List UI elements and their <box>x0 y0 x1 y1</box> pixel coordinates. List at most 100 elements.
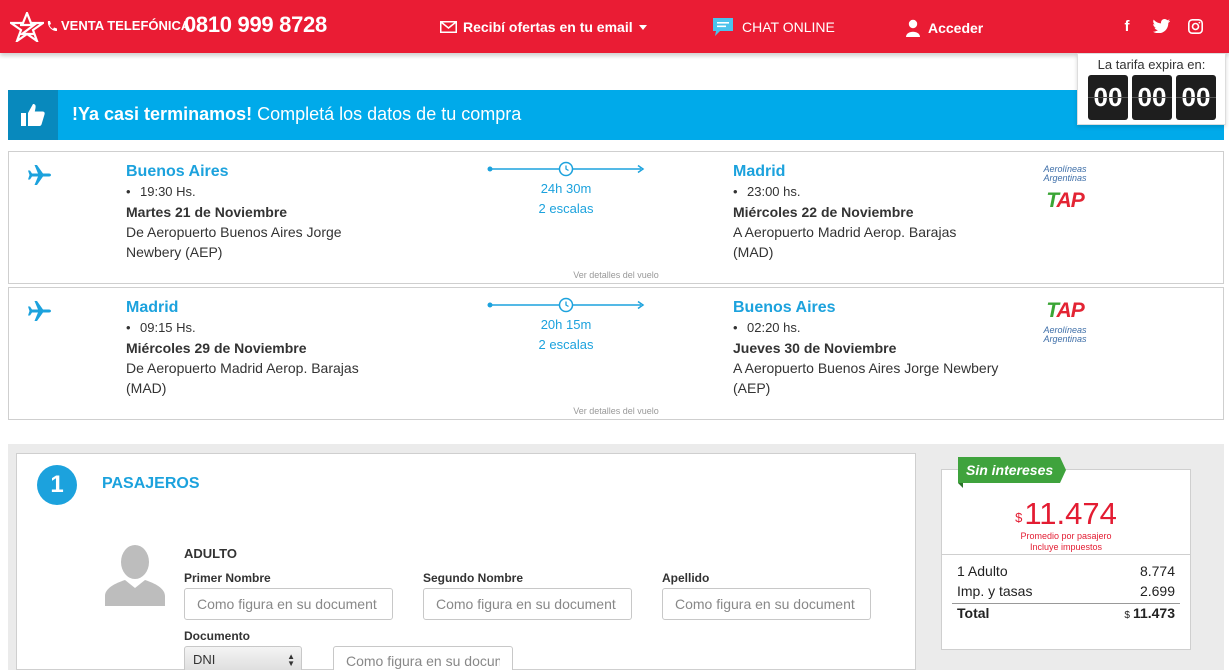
phone-label-text: VENTA TELEFÓNICA <box>61 18 191 33</box>
total-divider <box>952 603 1180 604</box>
arrival-time: 02:20 hs. <box>733 318 1033 338</box>
airline-logos: TAP Aerolíneas Argentinas <box>1037 298 1093 344</box>
timer-minutes: 00 <box>1132 75 1172 120</box>
arrival-city: Buenos Aires <box>733 299 836 316</box>
arrival-airport: A Aeropuerto Buenos Aires Jorge Newbery … <box>733 360 999 396</box>
email-offers-menu[interactable]: Recibí ofertas en tu email <box>440 19 647 35</box>
departure-time: 09:15 Hs. <box>126 318 426 338</box>
last-name-label: Apellido <box>662 571 710 585</box>
arrival-date: Jueves 30 de Noviembre <box>733 340 897 356</box>
user-icon <box>906 19 920 37</box>
price-row-value: 8.774 <box>1139 563 1175 579</box>
departure-date: Miércoles 29 de Noviembre <box>126 340 307 356</box>
price-average: $11.474 <box>942 496 1190 532</box>
timer-digits: 00 00 00 <box>1088 75 1216 120</box>
total-label: Total <box>957 605 990 621</box>
price-note-per-passenger: Promedio por pasajero <box>1020 531 1112 541</box>
tap-logo: TAP <box>1046 189 1084 212</box>
thumbs-up-icon <box>8 90 58 140</box>
no-interest-badge: Sin intereses <box>958 457 1067 488</box>
route-line <box>487 296 645 314</box>
chat-bubble-icon <box>713 18 733 36</box>
departure-time: 19:30 Hs. <box>126 182 426 202</box>
select-arrows-icon: ▲ ▼ <box>287 652 295 668</box>
price-divider <box>942 554 1190 555</box>
arrival-airport: A Aeropuerto Madrid Aerop. Barajas (MAD) <box>733 224 957 260</box>
airplane-icon <box>28 165 51 185</box>
top-header: VENTA TELEFÓNICA 0810 999 8728 Recibí of… <box>0 0 1229 53</box>
departure-info: Madrid 09:15 Hs. Miércoles 29 de Noviemb… <box>126 298 426 398</box>
departure-info: Buenos Aires 19:30 Hs. Martes 21 de Novi… <box>126 162 426 262</box>
price-summary: $11.474 Promedio por pasajero Incluye im… <box>941 469 1191 650</box>
twitter-icon[interactable] <box>1152 17 1170 35</box>
step-number: 1 <box>37 465 77 505</box>
passenger-avatar-icon <box>105 545 165 606</box>
flight-card-outbound[interactable]: Buenos Aires 19:30 Hs. Martes 21 de Novi… <box>8 151 1224 284</box>
login-link[interactable]: Acceder <box>906 19 983 37</box>
envelope-icon <box>440 21 457 33</box>
chat-online-label: CHAT ONLINE <box>742 19 835 35</box>
instagram-icon[interactable] <box>1186 17 1204 35</box>
flight-route: 20h 15m 2 escalas <box>487 296 645 355</box>
banner-text: Completá los datos de tu compra <box>252 104 522 124</box>
arrival-city: Madrid <box>733 163 786 180</box>
price-row-total: Total $11.473 <box>957 605 1175 621</box>
price-amount: 11.474 <box>1024 496 1117 531</box>
clock-route-icon <box>487 161 645 177</box>
phone-number[interactable]: 0810 999 8728 <box>184 12 327 38</box>
social-links: f <box>1118 17 1204 35</box>
flight-duration: 20h 15m <box>540 317 592 332</box>
arrival-time: 23:00 hs. <box>733 182 1033 202</box>
price-row-adult: 1 Adulto 8.774 <box>957 563 1175 579</box>
first-name-input[interactable] <box>184 588 393 620</box>
tap-logo: TAP <box>1046 299 1084 322</box>
brand-logo[interactable] <box>10 12 44 42</box>
flight-stops[interactable]: 2 escalas <box>487 199 645 219</box>
last-name-input[interactable] <box>662 588 871 620</box>
flight-route: 24h 30m 2 escalas <box>487 160 645 219</box>
departure-airport: De Aeropuerto Madrid Aerop. Barajas (MAD… <box>126 360 359 396</box>
facebook-icon[interactable]: f <box>1118 17 1136 35</box>
flight-details-link[interactable]: Ver detalles del vuelo <box>9 406 1223 416</box>
aerolineas-argentinas-logo: Aerolíneas Argentinas <box>1043 325 1087 344</box>
chat-online-link[interactable]: CHAT ONLINE <box>712 17 835 37</box>
document-type-value: DNI <box>193 652 216 667</box>
price-note-taxes: Incluye impuestos <box>1029 542 1103 552</box>
phone-icon <box>47 20 57 31</box>
login-label: Acceder <box>928 20 984 36</box>
arrival-date: Miércoles 22 de Noviembre <box>733 204 914 220</box>
airline-logos: Aerolíneas Argentinas TAP <box>1037 162 1093 214</box>
departure-city: Buenos Aires <box>126 163 229 180</box>
flight-stops[interactable]: 2 escalas <box>487 335 645 355</box>
document-label: Documento <box>184 629 250 643</box>
aerolineas-argentinas-logo: Aerolíneas Argentinas <box>1043 164 1087 183</box>
price-row-label: Imp. y tasas <box>957 583 1033 599</box>
route-line <box>487 160 645 178</box>
phone-sales: VENTA TELEFÓNICA <box>46 18 190 33</box>
progress-banner: !Ya casi terminamos! Completá los datos … <box>8 90 1224 140</box>
flight-duration: 24h 30m <box>540 181 592 196</box>
document-number-input[interactable] <box>333 646 513 670</box>
airplane-icon <box>28 301 51 321</box>
price-currency: $ <box>1015 510 1023 525</box>
price-row-label: 1 Adulto <box>957 563 1008 579</box>
email-offers-label: Recibí ofertas en tu email <box>463 19 633 35</box>
banner-bold: !Ya casi terminamos! <box>72 104 253 124</box>
arrival-info: Buenos Aires 02:20 hs. Jueves 30 de Novi… <box>733 298 1033 398</box>
fare-expiry-timer: La tarifa expira en: 00 00 00 <box>1077 53 1226 125</box>
flight-details-link[interactable]: Ver detalles del vuelo <box>9 270 1223 280</box>
passengers-title: PASAJEROS <box>102 475 200 492</box>
banner-message: !Ya casi terminamos! Completá los datos … <box>72 104 521 125</box>
document-type-select[interactable]: DNI ▲ ▼ <box>184 646 302 670</box>
second-name-input[interactable] <box>423 588 632 620</box>
timer-label: La tarifa expira en: <box>1097 57 1206 72</box>
flight-card-return[interactable]: Madrid 09:15 Hs. Miércoles 29 de Noviemb… <box>8 287 1224 420</box>
clock-route-icon <box>487 297 645 313</box>
arrival-info: Madrid 23:00 hs. Miércoles 22 de Noviemb… <box>733 162 1033 262</box>
total-amount: $11.473 <box>1124 605 1175 621</box>
timer-hours: 00 <box>1088 75 1128 120</box>
departure-date: Martes 21 de Noviembre <box>126 204 288 220</box>
total-value: 11.473 <box>1132 605 1175 621</box>
first-name-label: Primer Nombre <box>184 571 271 585</box>
price-row-value: 2.699 <box>1139 583 1175 599</box>
